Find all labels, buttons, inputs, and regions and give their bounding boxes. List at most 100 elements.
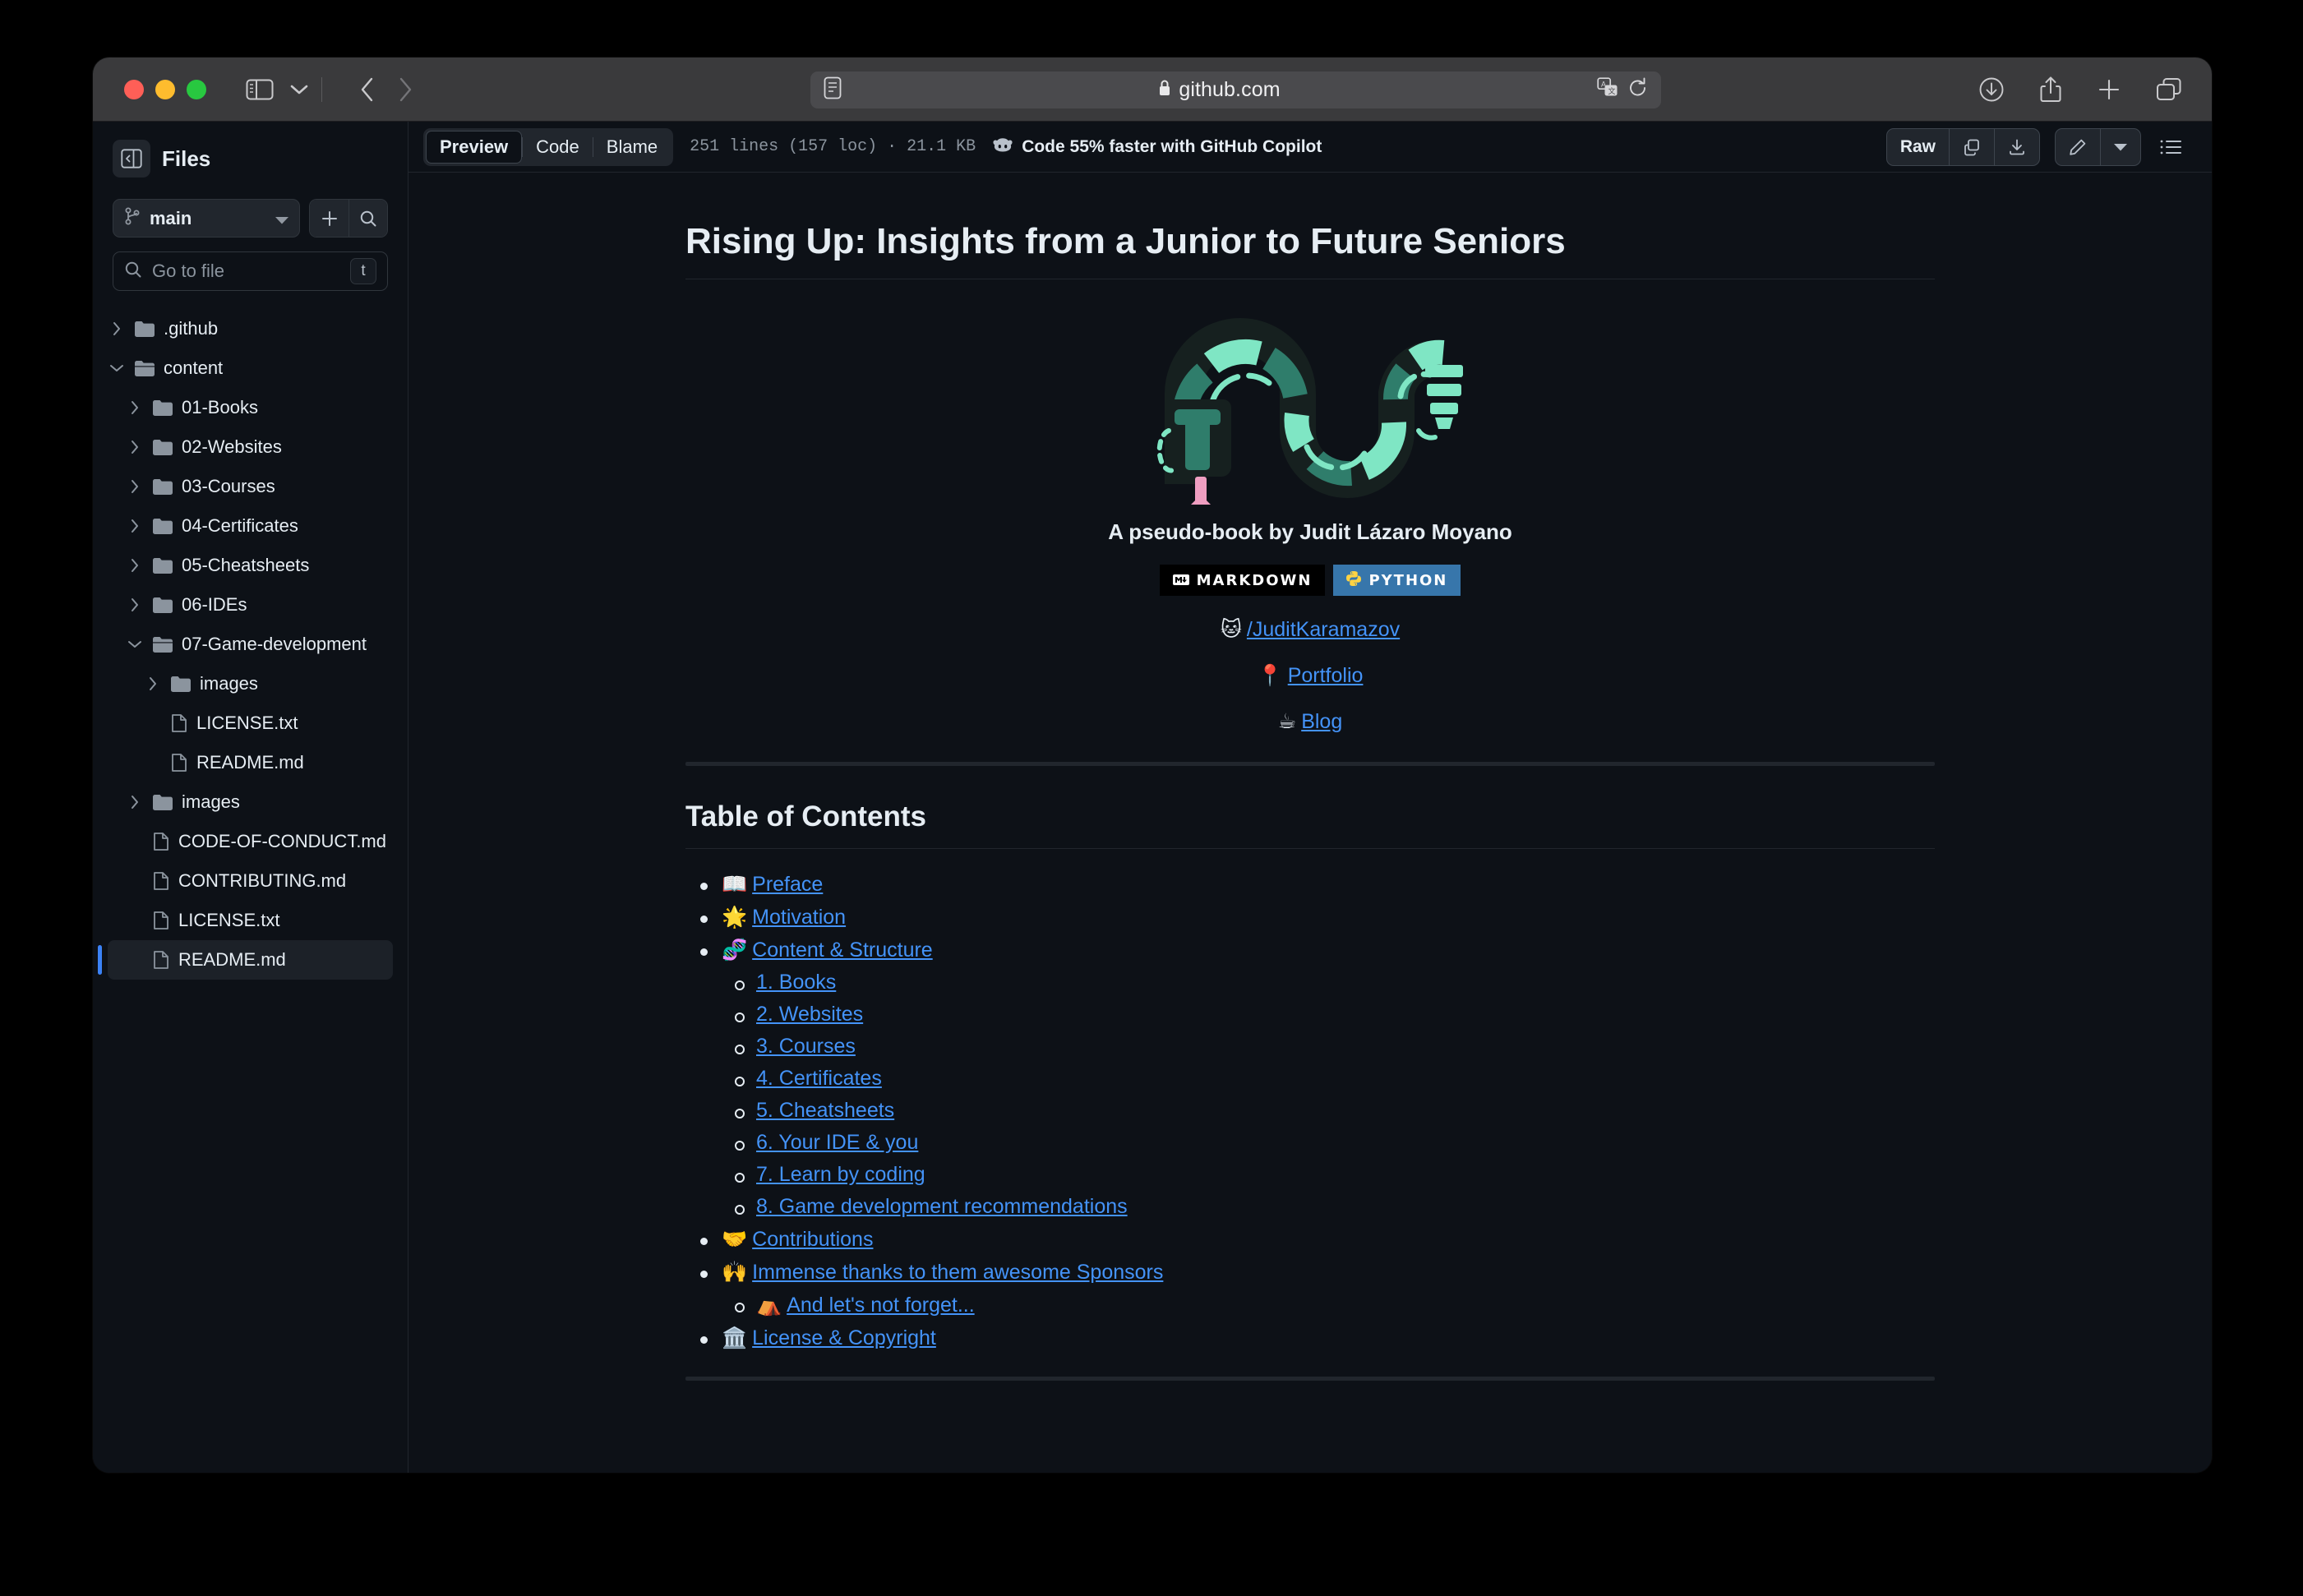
pencil-icon[interactable]	[2056, 129, 2100, 165]
toc-subitem: 4. Certificates	[735, 1067, 1935, 1090]
chevron-right-icon[interactable]	[126, 597, 144, 612]
toc-sublink[interactable]: 6. Your IDE & you	[756, 1131, 918, 1154]
maximize-button[interactable]	[187, 79, 206, 99]
toc-sublist: ⛺ And let's not forget...	[722, 1294, 1935, 1316]
chevron-right-icon[interactable]	[126, 440, 144, 454]
tab-preview[interactable]: Preview	[426, 130, 523, 164]
toc-sublink[interactable]: 7. Learn by coding	[756, 1163, 925, 1186]
file-icon	[152, 832, 170, 851]
files-header: Files	[93, 140, 408, 178]
address-bar[interactable]: github.com A 文	[810, 71, 1661, 108]
file-icon	[170, 753, 188, 773]
toc-sublink[interactable]: 3. Courses	[756, 1035, 856, 1058]
branch-selector[interactable]: main	[113, 199, 300, 238]
tree-item-readme-md[interactable]: README.md	[108, 743, 393, 782]
tree-item-07-game-development[interactable]: 07-Game-development	[108, 625, 393, 664]
bottom-divider	[685, 1376, 1935, 1381]
badge-markdown[interactable]: MARKDOWN	[1159, 565, 1326, 596]
link-juditkaramazov[interactable]: /JuditKaramazov	[1247, 618, 1400, 641]
chevron-right-icon[interactable]	[126, 479, 144, 494]
tree-item-github[interactable]: .github	[108, 309, 393, 348]
chevron-right-icon[interactable]	[108, 321, 126, 336]
lock-icon	[1158, 78, 1171, 102]
tree-item-content[interactable]: content	[108, 348, 393, 388]
forward-button[interactable]	[386, 77, 424, 102]
toc-sublink[interactable]: 5. Cheatsheets	[756, 1099, 894, 1122]
copy-icon[interactable]	[1949, 128, 1994, 165]
tent-emoji: ⛺	[756, 1292, 782, 1317]
translate-icon[interactable]: A 文	[1597, 77, 1618, 103]
go-to-file-input[interactable]: Go to file t	[113, 251, 388, 291]
folder-icon	[152, 477, 173, 496]
copilot-banner[interactable]: Code 55% faster with GitHub Copilot	[992, 136, 1322, 159]
add-file-button[interactable]	[310, 200, 348, 237]
toc-sublink[interactable]: And let's not forget...	[787, 1294, 975, 1317]
back-button[interactable]	[348, 77, 386, 102]
toc-item: 🙌 Immense thanks to them awesome Sponsors…	[700, 1261, 1935, 1316]
tree-item-code-of-conduct-md[interactable]: CODE-OF-CONDUCT.md	[108, 822, 393, 861]
tab-blame[interactable]: Blame	[593, 131, 671, 164]
link-blog[interactable]: Blog	[1301, 710, 1342, 733]
toc-item: 🏛️ License & Copyright	[700, 1325, 1935, 1349]
tree-item-label: .github	[164, 318, 219, 339]
link-portfolio[interactable]: Portfolio	[1288, 664, 1364, 687]
reload-icon[interactable]	[1628, 77, 1648, 103]
badge-python[interactable]: PYTHON	[1333, 565, 1461, 596]
chevron-down-icon[interactable]	[126, 639, 144, 649]
chevron-right-icon[interactable]	[144, 676, 162, 691]
snake-wave-logo-svg	[1156, 318, 1463, 505]
main-column: Preview Code Blame 251 lines (157 loc) · 2…	[408, 122, 2212, 1473]
tree-item-images[interactable]: images	[108, 782, 393, 822]
page-title: Rising Up: Insights from a Junior to Fut…	[685, 219, 1935, 279]
reader-view-icon[interactable]	[824, 76, 842, 104]
search-files-button[interactable]	[348, 200, 387, 237]
tree-item-contributing-md[interactable]: CONTRIBUTING.md	[108, 861, 393, 901]
chevron-down-icon[interactable]	[282, 84, 316, 95]
folder-icon	[134, 320, 155, 338]
sidebar-toggle-icon[interactable]	[246, 78, 274, 101]
tree-item-03-courses[interactable]: 03-Courses	[108, 467, 393, 506]
minimize-button[interactable]	[155, 79, 175, 99]
toc-sublink[interactable]: 8. Game development recommendations	[756, 1195, 1128, 1218]
tree-item-license-txt[interactable]: LICENSE.txt	[108, 703, 393, 743]
toc-link[interactable]: Motivation	[752, 906, 846, 929]
toc-link[interactable]: Contributions	[752, 1228, 873, 1251]
edit-dropdown-caret[interactable]	[2100, 128, 2140, 165]
close-button[interactable]	[124, 79, 144, 99]
chevron-right-icon[interactable]	[126, 519, 144, 533]
sidebar-collapse-icon[interactable]	[113, 140, 150, 178]
outline-list-icon[interactable]	[2156, 137, 2185, 157]
tree-item-license-txt[interactable]: LICENSE.txt	[108, 901, 393, 940]
toc-link[interactable]: Preface	[752, 873, 823, 896]
tree-item-04-certificates[interactable]: 04-Certificates	[108, 506, 393, 546]
download-icon[interactable]	[1994, 128, 2039, 165]
downloads-icon[interactable]	[1978, 76, 2005, 103]
tree-item-label: 05-Cheatsheets	[182, 555, 310, 575]
chevron-right-icon[interactable]	[126, 795, 144, 810]
new-tab-icon[interactable]	[2097, 77, 2121, 102]
tab-code[interactable]: Code	[523, 131, 593, 164]
chevron-down-icon[interactable]	[108, 363, 126, 373]
toc-sublink[interactable]: 4. Certificates	[756, 1067, 882, 1090]
chevron-right-icon[interactable]	[126, 558, 144, 573]
chevron-right-icon[interactable]	[126, 400, 144, 415]
profile-link-row: ☕ Blog	[685, 709, 1935, 734]
toc-link[interactable]: License & Copyright	[752, 1326, 936, 1349]
tree-item-01-books[interactable]: 01-Books	[108, 388, 393, 427]
share-icon[interactable]	[2039, 76, 2062, 104]
tree-item-readme-md[interactable]: README.md	[98, 940, 393, 980]
toc-sublink[interactable]: 1. Books	[756, 971, 836, 994]
toc-link[interactable]: Immense thanks to them awesome Sponsors	[752, 1261, 1163, 1284]
raw-button[interactable]: Raw	[1887, 129, 1949, 165]
classical-building-emoji: 🏛️	[722, 1325, 748, 1349]
tree-item-02-websites[interactable]: 02-Websites	[108, 427, 393, 467]
toolbar-divider	[321, 76, 322, 102]
toc-link[interactable]: Content & Structure	[752, 939, 933, 962]
toc-sublink[interactable]: 2. Websites	[756, 1003, 863, 1026]
markdown-scroll[interactable]: Rising Up: Insights from a Junior to Fut…	[408, 173, 2212, 1473]
tab-overview-icon[interactable]	[2156, 77, 2182, 102]
dna-emoji: 🧬	[722, 937, 748, 962]
tree-item-06-ides[interactable]: 06-IDEs	[108, 585, 393, 625]
tree-item-05-cheatsheets[interactable]: 05-Cheatsheets	[108, 546, 393, 585]
tree-item-images[interactable]: images	[108, 664, 393, 703]
